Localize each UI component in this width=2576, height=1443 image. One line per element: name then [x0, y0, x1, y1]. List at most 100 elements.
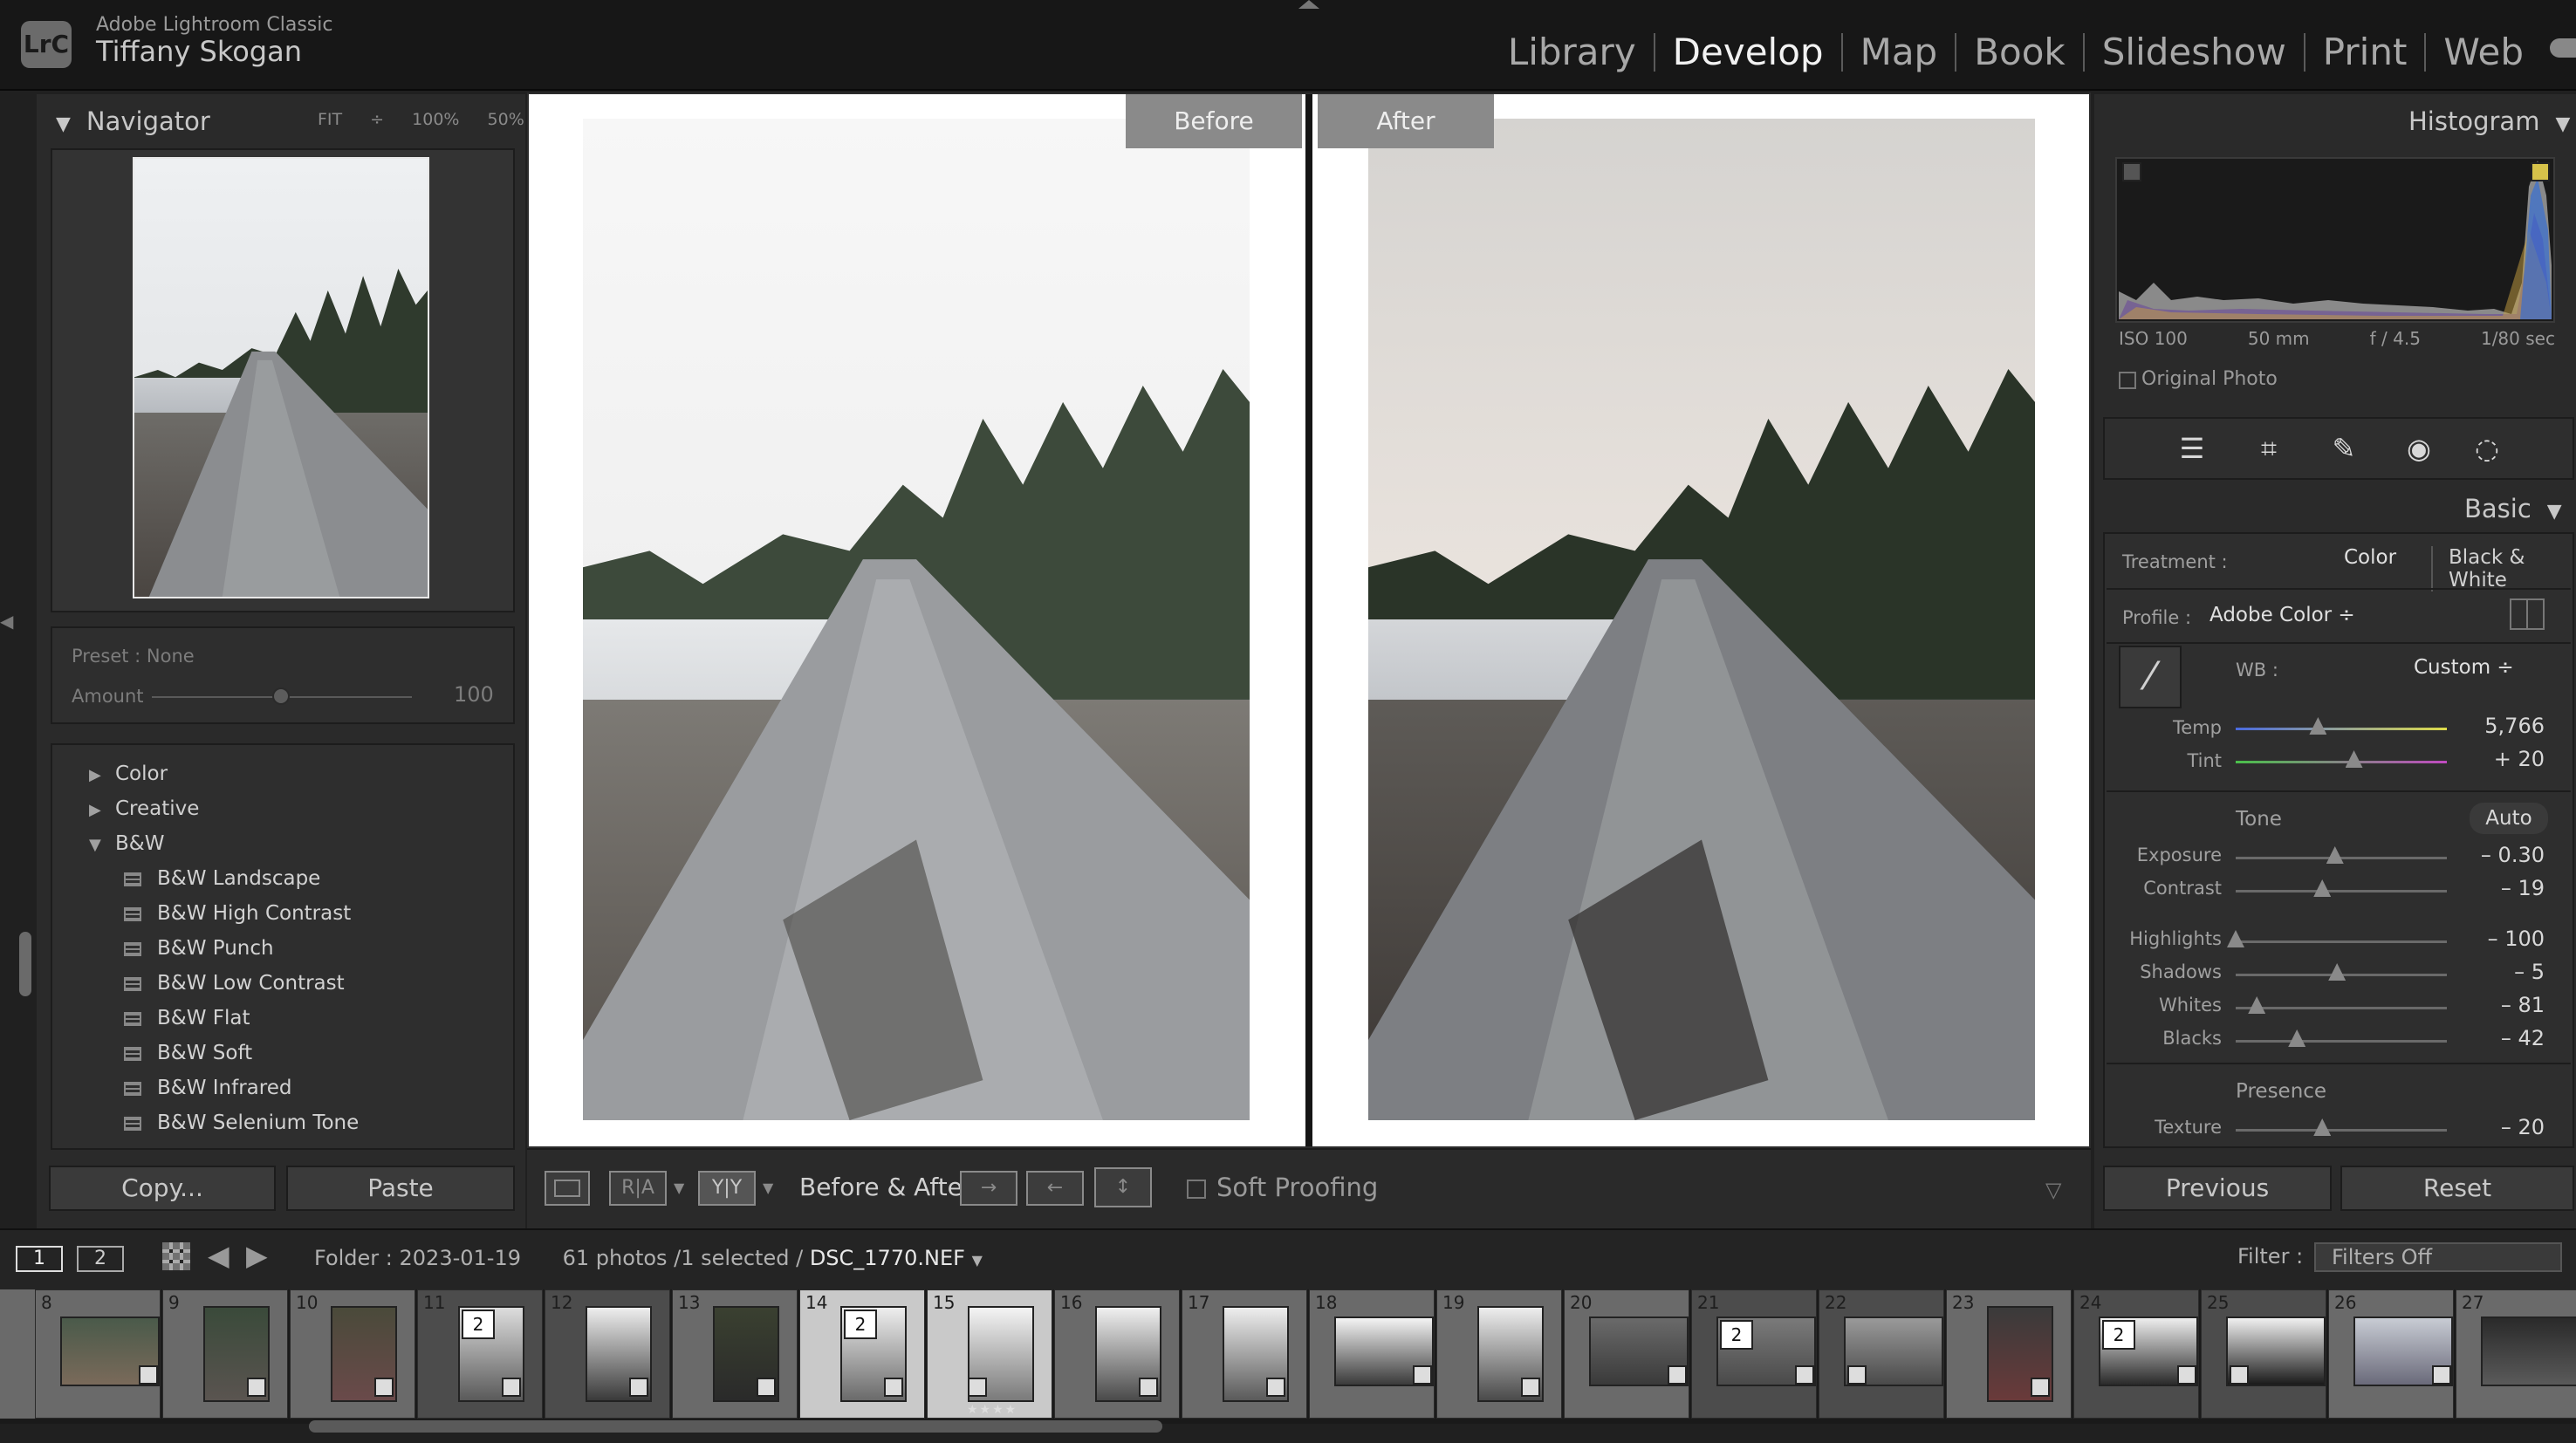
module-slideshow[interactable]: Slideshow	[2085, 33, 2305, 72]
stack-badge[interactable]: 2	[2102, 1320, 2135, 1350]
temp-slider[interactable]	[2236, 717, 2447, 735]
contrast-slider[interactable]	[2236, 879, 2447, 897]
preset-group-color[interactable]: ▶ Color	[89, 763, 168, 785]
whites-slider[interactable]	[2236, 996, 2447, 1014]
amount-value[interactable]: 100	[454, 682, 494, 707]
module-web[interactable]: Web	[2426, 33, 2541, 72]
blacks-slider[interactable]	[2236, 1029, 2447, 1047]
before-view[interactable]	[529, 94, 1305, 1146]
shadows-value[interactable]: – 5	[2457, 960, 2545, 984]
tint-value[interactable]: + 20	[2457, 747, 2545, 771]
secondary-window-button[interactable]: 2	[77, 1246, 124, 1272]
profile-browser-icon[interactable]	[2510, 598, 2545, 630]
highlight-clipping-icon[interactable]	[2531, 162, 2550, 181]
collapse-triangle-icon[interactable]: ▼	[56, 113, 71, 135]
collapse-triangle-icon[interactable]: ▼	[2547, 501, 2562, 523]
collapse-triangle-icon[interactable]: ▼	[2555, 113, 2570, 135]
auto-tone-button[interactable]: Auto	[2470, 803, 2548, 834]
amount-slider-thumb[interactable]	[272, 687, 290, 705]
preset-item[interactable]: B&W Flat	[124, 1007, 250, 1029]
left-panel-toggle-icon[interactable]: ◀	[0, 611, 13, 646]
filmstrip-cell[interactable]: 19	[1436, 1289, 1562, 1419]
preset-group-creative[interactable]: ▶ Creative	[89, 797, 199, 820]
filmstrip-cell[interactable]: 13	[672, 1289, 798, 1419]
edit-sliders-icon[interactable]: ☰	[2175, 431, 2209, 466]
filmstrip-cell[interactable]: 24 2	[2073, 1289, 2199, 1419]
module-print[interactable]: Print	[2305, 33, 2427, 72]
original-photo-checkbox[interactable]	[2119, 372, 2136, 389]
grid-view-icon[interactable]	[162, 1242, 190, 1270]
tint-slider[interactable]	[2236, 750, 2447, 768]
highlights-slider[interactable]	[2227, 930, 2447, 947]
toolbar-options-icon[interactable]: ▽	[2045, 1178, 2061, 1202]
filmstrip-cell-selected[interactable]: 14 2	[799, 1289, 925, 1419]
swap-before-after-button[interactable]: ↕	[1094, 1167, 1152, 1207]
zoom-100[interactable]: 100%	[412, 110, 459, 129]
preset-item[interactable]: B&W High Contrast	[124, 902, 351, 925]
copy-button[interactable]: Copy...	[49, 1166, 276, 1211]
reset-button[interactable]: Reset	[2340, 1166, 2574, 1211]
module-develop[interactable]: Develop	[1655, 33, 1843, 72]
preset-item[interactable]: B&W Soft	[124, 1042, 252, 1064]
wb-eyedropper-icon[interactable]: ⁄	[2119, 646, 2182, 708]
rating-stars[interactable]: ★★★★	[967, 1403, 1017, 1417]
before-after-lr-button[interactable]: R|A	[609, 1171, 667, 1206]
highlights-value[interactable]: – 100	[2457, 927, 2545, 951]
copy-after-to-before-button[interactable]: ←	[1026, 1171, 1084, 1206]
blacks-value[interactable]: – 42	[2457, 1026, 2545, 1050]
paste-button[interactable]: Paste	[286, 1166, 515, 1211]
preset-item[interactable]: B&W Infrared	[124, 1077, 291, 1099]
exposure-value[interactable]: – 0.30	[2457, 843, 2545, 867]
left-panel-scrollbar[interactable]	[19, 932, 31, 996]
preset-item[interactable]: B&W Low Contrast	[124, 972, 345, 995]
filmstrip-cell[interactable]: 11 2	[417, 1289, 543, 1419]
filter-dropdown[interactable]: Filters Off	[2314, 1242, 2562, 1272]
previous-button[interactable]: Previous	[2103, 1166, 2332, 1211]
exposure-slider[interactable]	[2236, 846, 2447, 864]
crop-icon[interactable]: ⌗	[2251, 431, 2286, 466]
filmstrip-cell[interactable]: 20	[1564, 1289, 1689, 1419]
original-photo-label[interactable]: Original Photo	[2141, 368, 2278, 390]
stack-badge[interactable]: 2	[462, 1310, 495, 1339]
contrast-value[interactable]: – 19	[2457, 876, 2545, 900]
filmstrip-cell[interactable]: 9	[162, 1289, 288, 1419]
shadows-slider[interactable]	[2236, 963, 2447, 981]
loupe-view-button[interactable]	[545, 1171, 590, 1206]
folder-path[interactable]: Folder : 2023-01-19	[314, 1246, 521, 1270]
back-arrow-icon[interactable]: ◀	[208, 1239, 230, 1272]
profile-dropdown[interactable]: Adobe Color ÷	[2209, 604, 2355, 626]
before-after-split-button[interactable]: Y|Y	[698, 1171, 756, 1206]
filmstrip-cell-partial[interactable]	[0, 1289, 35, 1419]
preset-item[interactable]: B&W Selenium Tone	[124, 1111, 359, 1134]
filmstrip-cell[interactable]: 21 2	[1691, 1289, 1817, 1419]
selected-filename[interactable]: DSC_1770.NEF	[810, 1246, 965, 1270]
view-options-dropdown-icon[interactable]: ▼	[674, 1180, 684, 1196]
texture-value[interactable]: – 20	[2457, 1115, 2545, 1139]
module-library[interactable]: Library	[1490, 33, 1655, 72]
filmstrip-cell[interactable]: 26	[2328, 1289, 2454, 1419]
filmstrip-cell[interactable]: 18	[1309, 1289, 1435, 1419]
filmstrip-cell[interactable]: 27	[2456, 1289, 2576, 1419]
navigator-header[interactable]: ▼ Navigator	[56, 106, 210, 136]
soft-proofing-checkbox[interactable]	[1187, 1180, 1206, 1199]
filmstrip-cell[interactable]: 15	[927, 1289, 1052, 1419]
filmstrip-cell[interactable]: 10	[290, 1289, 415, 1419]
histogram-header[interactable]: Histogram ▼	[2408, 106, 2570, 136]
shadow-clipping-icon[interactable]	[2122, 162, 2141, 181]
after-view[interactable]	[1312, 94, 2089, 1146]
zoom-fit[interactable]: FIT ÷	[318, 110, 384, 129]
whites-value[interactable]: – 81	[2457, 993, 2545, 1017]
basic-header[interactable]: Basic ▼	[2464, 494, 2562, 523]
preset-item[interactable]: B&W Landscape	[124, 867, 320, 890]
module-book[interactable]: Book	[1956, 33, 2085, 72]
copy-before-to-after-button[interactable]: →	[960, 1171, 1017, 1206]
primary-window-button[interactable]: 1	[16, 1246, 63, 1272]
healing-icon[interactable]: ✎	[2326, 431, 2361, 466]
temp-value[interactable]: 5,766	[2457, 714, 2545, 738]
stack-badge[interactable]: 2	[1720, 1320, 1753, 1350]
filmstrip-cell[interactable]: 22	[1819, 1289, 1944, 1419]
preset-group-bw[interactable]: ▼ B&W	[89, 832, 164, 855]
filename-dropdown-icon[interactable]: ▼	[972, 1252, 983, 1269]
zoom-50[interactable]: 50%	[488, 110, 524, 129]
filmstrip-scrollbar[interactable]	[309, 1420, 1162, 1433]
